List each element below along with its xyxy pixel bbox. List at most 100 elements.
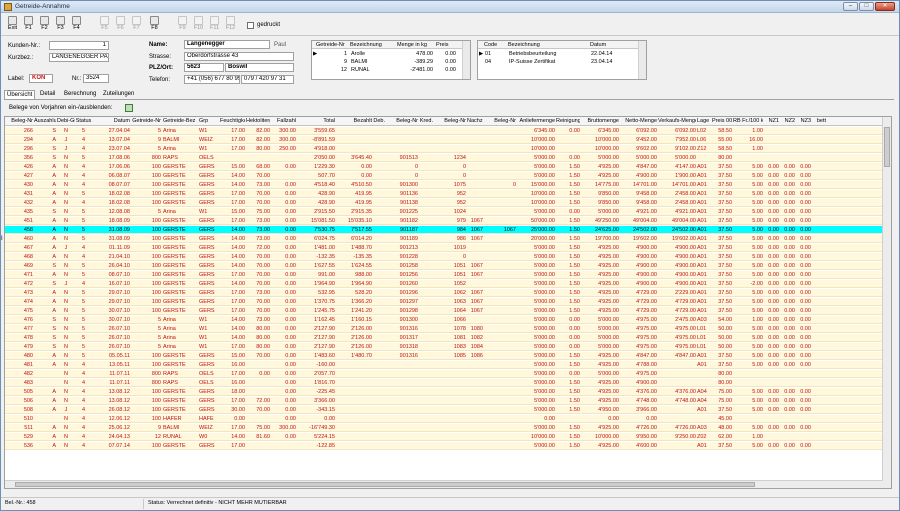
column-header-27[interactable]: NZ1 [764,117,779,126]
column-header-7[interactable]: Grp [199,117,219,126]
column-header-22[interactable]: Netto-Menge [620,117,657,126]
toolbar-button-f4[interactable]: F4 [69,15,84,35]
table-row[interactable]: 505 A N 4 13.08.12 100 GERSTE GERS 18.00 0.00 -225… [5,388,883,396]
toolbar-button-f8[interactable]: F8 [147,15,162,35]
telefon-field[interactable]: +41 (056) 677 80 95 [184,75,240,84]
column-header-16[interactable]: Beleg-Nr [434,117,466,126]
table-row[interactable]: 426 A N 4 17.06.06 100 GERSTE GERS 15.00 68.00 0.0… [5,163,883,171]
column-header-28[interactable]: NZ2 [780,117,795,126]
column-header-12[interactable]: Bezahlt [336,117,372,126]
toggle-vorjahre-icon[interactable] [125,104,133,112]
column-header-23[interactable]: Verkaufs-Menge [658,117,696,126]
tab-detail[interactable]: Detail [38,90,57,99]
column-header-10[interactable]: Fallzahl [271,117,296,126]
mini-grid-row[interactable]: 04 IP-Suisse Zertifikat 23.04.14 [478,58,638,66]
table-row[interactable]: 356 S N 5 17.08.06 800 RAPS OELS 2'050.00 3'645.4… [5,154,883,162]
horizontal-scrollbar[interactable] [5,480,883,488]
table-row[interactable]: 511 A N 4 25.06.12 9 BALMI WEIZ 17.00 75.00 300.00… [5,424,883,432]
table-row[interactable]: 458 A N 5 31.08.09 100 GERSTE GERS 14.00 73.00 0.0… [5,226,883,234]
table-row[interactable]: 479 S N 5 26.07.10 5 Arina W1 17.00 80.00 0.00 2'12… [5,343,883,351]
column-header-14[interactable]: Beleg-Nr [386,117,418,126]
column-header-4[interactable]: Datum [92,117,130,126]
maximize-button[interactable]: □ [859,2,874,11]
column-header-9[interactable]: Hektolitergewicht [246,117,270,126]
mini-grid-scrollbar[interactable] [638,41,646,79]
ort-field[interactable]: Boswil [225,63,294,72]
table-row[interactable]: 471 A N 5 08.07.10 100 GERSTE GERS 17.00 70.00 0.0… [5,271,883,279]
table-row[interactable]: 435 S N 5 12.08.08 5 Arina W1 15.00 75.00 0.00 2'91… [5,208,883,216]
table-row[interactable]: 432 A N 4 18.02.08 100 GERSTE GERS 17.00 70.00 0.0… [5,199,883,207]
column-header-24[interactable]: Lage [697,117,711,126]
table-row[interactable]: 510 N 4 12.06.12 100 HAFER HAFE 0.00 0.00 0.00 0.0… [5,415,883,423]
column-header-3[interactable]: Status [75,117,92,126]
column-header-13[interactable]: Deb. [373,117,385,126]
kunden-nr-field[interactable]: 1 [49,41,109,50]
column-header-1[interactable]: Auszahlun [34,117,56,126]
kurzbez-field[interactable]: LANGENEGGER PAU [49,53,109,62]
column-header-6[interactable]: Getreide-Bez [163,117,198,126]
table-row[interactable]: 506 A N 4 13.08.12 100 GERSTE GERS 17.00 72.00 0.0… [5,397,883,405]
mini-grid-row[interactable]: 01 Betriebsbeurteilung 22.04.14 ▶ [478,50,638,58]
column-header-8[interactable]: Feuchtigkeit [220,117,245,126]
table-row[interactable]: 468 A N 4 21.04.10 100 GERSTE GERS 14.00 70.00 0.0… [5,253,883,261]
close-button[interactable]: ✕ [875,2,895,11]
table-row[interactable]: 508 A J 4 26.08.12 100 GERSTE GERS 30.00 70.00 0.0… [5,406,883,414]
toolbar-button-f3[interactable]: F3 [53,15,68,35]
gedruckt-checkbox[interactable] [247,22,254,29]
plz-field[interactable]: 5623 [184,63,224,72]
table-row[interactable]: 266 S N 5 27.04.04 5 Arina W1 17.00 82.00 300.00 3'… [5,127,883,135]
mini-grid-row[interactable]: 9 BALMI -389.29 0.00 [312,58,462,66]
table-row[interactable]: 473 A N 5 29.07.10 100 GERSTE GERS 17.00 73.00 0.0… [5,289,883,297]
table-row[interactable]: 469 S N 5 26.04.10 100 GERSTE GERS 14.00 70.00 0.0… [5,262,883,270]
table-row[interactable]: 481 A N 4 13.05.11 100 GERSTE GERS 16.00 0.00 -160… [5,361,883,369]
column-header-17[interactable]: Nachz. [467,117,483,126]
column-header-2[interactable]: Debi-Gut [57,117,75,126]
strasse-field[interactable]: Oberdorfstrasse 43 [184,52,294,61]
toolbar-button-f1[interactable]: F1 [21,15,36,35]
table-row[interactable]: 478 S N 5 26.07.10 5 Arina W1 14.00 80.00 0.00 2'12… [5,334,883,342]
toolbar-button-f2[interactable]: F2 [37,15,52,35]
table-row[interactable]: 474 A N 5 29.07.10 100 GERSTE GERS 17.00 70.00 0.0… [5,298,883,306]
table-row[interactable]: 451 A N 5 18.08.09 100 GERSTE GERS 17.00 73.00 0.0… [5,217,883,225]
table-row[interactable]: 483 N 4 11.07.11 800 RAPS OELS 16.00 0.00 1'816.7… [5,379,883,387]
table-row[interactable]: 460 A N 5 31.08.09 100 GERSTE GERS 14.00 73.00 0.0… [5,235,883,243]
tab-zuteilungen[interactable]: Zuteilungen [101,90,136,99]
column-header-19[interactable]: Anliefermenge [517,117,555,126]
column-header-20[interactable]: Reinigung [556,117,580,126]
label-field[interactable]: KON [29,74,53,83]
scroll-thumb[interactable] [884,127,890,167]
column-header-0[interactable]: Beleg-Nr [7,117,33,126]
mini-grid-row[interactable]: 1 Arolle 478.00 0.00 ▶ [312,50,462,58]
tab-berechnung[interactable]: Berechnung [62,90,98,99]
column-header-30[interactable]: bett [812,117,826,126]
name-field[interactable]: Langenegger [184,40,270,49]
hscroll-thumb[interactable] [15,482,755,487]
telefon2-field[interactable]: 079 / 420 97 31 [241,75,294,84]
table-row[interactable]: 529 A N 4 24.04.13 12 RUNAL W0 14.00 81.60 0.00 5'2… [5,433,883,441]
table-row[interactable]: 477 S N 5 26.07.10 5 Arina W1 14.00 80.00 0.00 2'12… [5,325,883,333]
table-row[interactable]: 476 S N 5 30.07.10 5 Arina W1 14.00 73.00 0.00 1'16… [5,316,883,324]
table-row[interactable]: 480 A N 5 05.05.11 100 GERSTE GERS 15.00 70.00 0.0… [5,352,883,360]
table-row[interactable]: 475 A N 5 30.07.10 100 GERSTE GERS 17.00 70.00 0.0… [5,307,883,315]
toolbar-button-exit[interactable]: Exit [5,15,20,35]
table-row[interactable]: 427 A N 4 06.08.07 100 GERSTE GERS 14.00 70.00 507… [5,172,883,180]
mini-grid-row[interactable]: 12 RUNAL -2'481.00 0.00 [312,66,462,74]
column-header-5[interactable]: Getreide-Nr [131,117,161,126]
table-row[interactable]: 294 A J 4 13.07.04 9 BALMI WEIZ 17.00 82.00 300.00… [5,136,883,144]
table-row[interactable]: 482 N 4 11.07.11 800 RAPS OELS 17.00 0.00 0.00 2'0… [5,370,883,378]
mini-grid-scrollbar[interactable] [462,41,470,79]
table-row[interactable]: 467 A J 4 01.11.09 100 GERSTE GERS 14.00 72.00 0.0… [5,244,883,252]
column-header-11[interactable]: Total [297,117,335,126]
column-header-15[interactable]: Kred. [419,117,433,126]
column-header-26[interactable]: RB Fr./100 kg [733,117,763,126]
tab-bersicht[interactable]: Übersicht [4,90,36,99]
table-row[interactable]: 430 A N 4 08.07.07 100 GERSTE GERS 14.00 73.00 0.0… [5,181,883,189]
column-header-18[interactable]: Beleg-Nr [484,117,516,126]
nr-field[interactable]: 3524 [83,74,109,83]
table-row[interactable]: 536 A N 4 07.07.14 100 GERSTE GERS 17.00 -122.85 5… [5,442,883,450]
column-header-29[interactable]: NZ3 [796,117,811,126]
table-row[interactable]: 472 S J 4 16.07.10 100 GERSTE GERS 14.00 70.00 0.0… [5,280,883,288]
column-header-21[interactable]: Bruttomenge [581,117,620,126]
table-row[interactable]: 431 A N 5 18.02.08 100 GERSTE GERS 17.00 70.00 0.0… [5,190,883,198]
column-header-25[interactable]: Preis 00 kg [712,117,732,126]
